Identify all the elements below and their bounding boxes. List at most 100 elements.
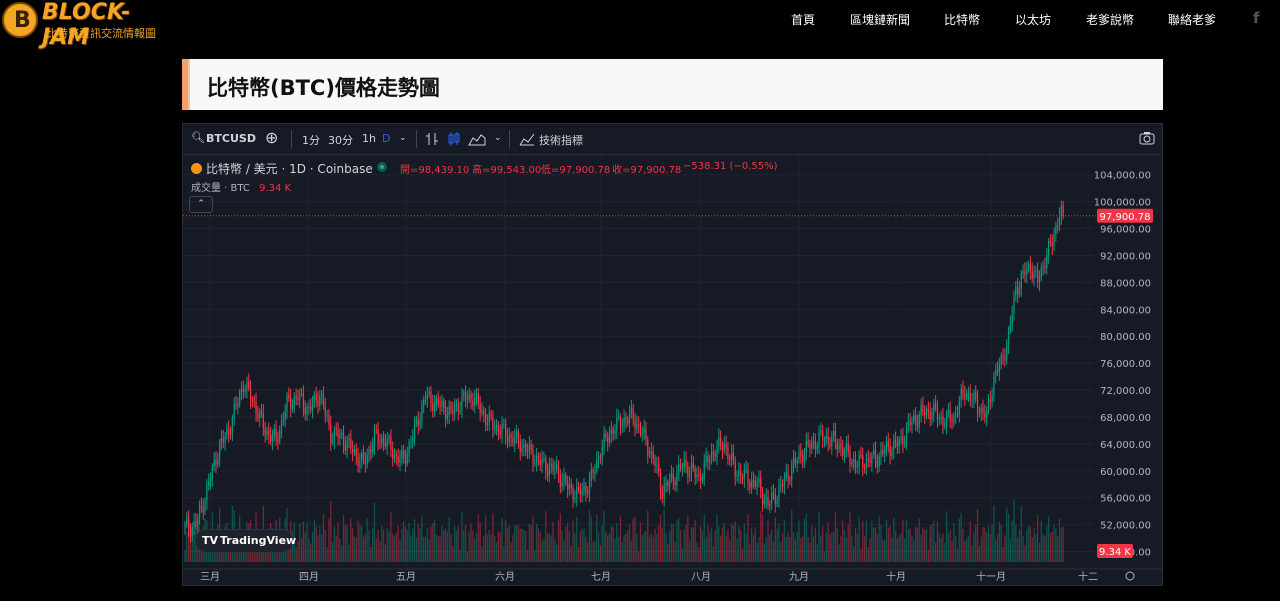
candle-body xyxy=(627,420,629,424)
candle-body xyxy=(239,392,241,404)
volume-bar xyxy=(714,530,716,562)
volume-bar xyxy=(559,513,561,562)
volume-bar xyxy=(189,528,192,562)
nav-item-bitcoin[interactable]: 比特幣 xyxy=(944,11,980,28)
volume-bar xyxy=(423,536,425,562)
candle-body xyxy=(935,403,937,409)
area-chart-icon[interactable] xyxy=(468,132,486,146)
candle-body xyxy=(539,459,541,465)
chevron-down-icon[interactable]: ⌄ xyxy=(494,133,502,143)
candle-body xyxy=(847,442,849,452)
candle-body xyxy=(475,393,478,399)
interval-1h[interactable]: 1h xyxy=(362,132,376,145)
price-axis-tick: 104,000.00 xyxy=(1094,171,1151,182)
candle-body xyxy=(986,411,988,418)
volume-bar xyxy=(532,516,534,562)
chevron-down-icon[interactable]: ⌄ xyxy=(399,133,407,143)
candle-body xyxy=(259,410,261,419)
candles-chart-icon[interactable] xyxy=(447,131,461,147)
volume-bar xyxy=(712,546,715,562)
candle-body xyxy=(969,392,971,402)
volume-bar xyxy=(535,523,538,562)
candle-body xyxy=(672,473,674,482)
volume-bar xyxy=(565,526,567,562)
candle-body xyxy=(193,521,195,527)
volume-bar xyxy=(783,520,786,562)
candle-body xyxy=(732,452,735,462)
candle-body xyxy=(647,439,649,456)
candle-body xyxy=(811,441,813,449)
indicators-button[interactable]: 技術指標 xyxy=(539,132,583,148)
volume-bar xyxy=(1057,535,1059,562)
volume-bar xyxy=(490,534,492,562)
volume-bar xyxy=(415,537,418,562)
candle-body xyxy=(220,438,223,444)
candle-body xyxy=(397,456,399,463)
volume-bar xyxy=(534,550,536,562)
volume-bar xyxy=(938,533,940,562)
candle-body xyxy=(253,400,255,402)
volume-bar xyxy=(619,516,622,562)
candle-body xyxy=(834,431,837,443)
candle-body xyxy=(470,394,472,401)
candle-body xyxy=(563,474,565,482)
volume-bar xyxy=(505,520,507,562)
volume-bar xyxy=(960,512,962,562)
candle-body xyxy=(601,447,603,459)
tradingview-widget[interactable]: 104,000.00 100,000.00 96,000.00 92,000.00 88… xyxy=(182,123,1163,586)
symbol-selector[interactable]: BTCUSD xyxy=(206,132,256,145)
candle-body xyxy=(413,423,416,438)
candle-body xyxy=(1044,266,1046,268)
candle-body xyxy=(945,412,948,426)
nav-item-home[interactable]: 首頁 xyxy=(791,11,815,28)
candle-body xyxy=(665,482,667,486)
candle-body xyxy=(907,421,909,427)
nav-item-ethereum[interactable]: 以太坊 xyxy=(1015,11,1051,28)
volume-bar xyxy=(687,515,689,562)
volume-bar xyxy=(656,533,658,562)
candle-body xyxy=(494,428,496,430)
add-symbol-icon[interactable]: ⊕ xyxy=(265,128,278,147)
volume-bar xyxy=(361,526,363,562)
candle-body xyxy=(293,396,295,406)
volume-bar xyxy=(987,525,990,562)
volume-bar xyxy=(639,522,642,562)
volume-bar xyxy=(829,534,831,562)
candle-body xyxy=(386,438,388,447)
candle-body xyxy=(805,440,807,453)
nav-item-contact[interactable]: 聯絡老爹 xyxy=(1168,11,1216,28)
chart-canvas[interactable]: 104,000.00 100,000.00 96,000.00 92,000.00 88… xyxy=(183,124,1162,585)
collapse-legend-button[interactable]: ⌃ xyxy=(189,196,213,213)
volume-bar xyxy=(665,533,667,562)
search-icon[interactable]: 🔍︎ xyxy=(191,131,205,144)
interval-1m[interactable]: 1分 xyxy=(302,132,320,148)
candle-body xyxy=(224,436,226,442)
nav-item-blockchain-news[interactable]: 區塊鏈新聞 xyxy=(850,11,910,28)
candle-body xyxy=(459,409,461,412)
candle-body xyxy=(546,470,549,476)
candle-body xyxy=(1042,266,1044,268)
candle-body xyxy=(353,449,356,453)
volume-bar xyxy=(433,520,436,562)
volume-bar xyxy=(883,540,886,562)
time-axis-tick: 七月 xyxy=(591,571,611,583)
bars-chart-icon[interactable] xyxy=(425,132,439,146)
site-logo[interactable]: BLOCK-JAM 比特幣資訊交流情報圖 xyxy=(2,0,162,50)
candle-body xyxy=(758,478,760,482)
volume-bar xyxy=(610,525,612,562)
volume-bar xyxy=(973,531,975,562)
volume-bar xyxy=(590,516,592,562)
nav-item-daddy-talk[interactable]: 老爹說幣 xyxy=(1086,11,1134,28)
camera-icon[interactable] xyxy=(1139,131,1155,145)
facebook-icon[interactable]: f xyxy=(1253,9,1260,27)
candle-body xyxy=(944,425,946,427)
interval-30m[interactable]: 30分 xyxy=(328,132,353,148)
volume-bar xyxy=(1011,520,1013,562)
candle-body xyxy=(565,474,567,483)
indicators-icon[interactable] xyxy=(519,132,535,146)
candle-body xyxy=(291,405,294,409)
volume-bar xyxy=(767,519,769,562)
volume-bar xyxy=(756,542,758,562)
interval-1d[interactable]: D xyxy=(382,132,390,145)
tradingview-badge[interactable]: TV TradingView xyxy=(195,529,296,553)
